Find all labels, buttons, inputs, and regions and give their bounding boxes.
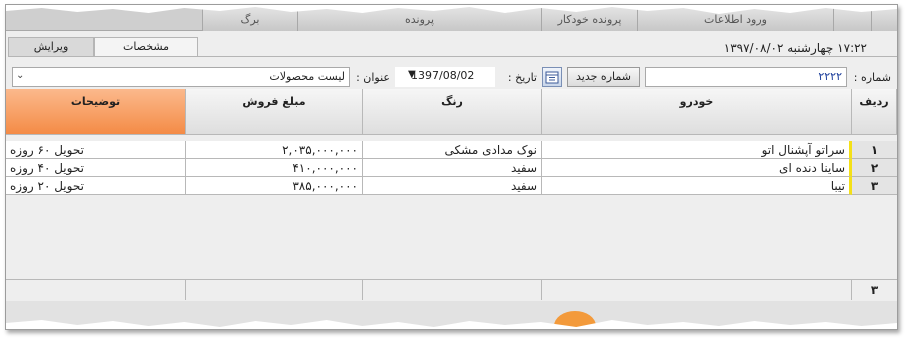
- subtab-bar: ویرایش مشخصات: [8, 37, 198, 57]
- date-time-label: ۱۷:۲۲ چهارشنبه ۱۳۹۷/۰۸/۰۲: [723, 41, 867, 55]
- column-header-color[interactable]: رنگ: [363, 89, 542, 135]
- tab-specs[interactable]: مشخصات: [94, 37, 198, 57]
- description-cell[interactable]: تحویل ۶۰ روزه: [6, 141, 186, 159]
- row-index: ۳: [852, 177, 897, 195]
- number-label: شماره :: [853, 71, 891, 84]
- table-row[interactable]: ۱ سراتو آپشنال اتو نوک مدادی مشکی ۲,۰۳۵,…: [6, 141, 897, 159]
- app-window: ورود اطلاعات پرونده خودکار پرونده برگ وی…: [5, 4, 898, 330]
- row-count: ۳: [870, 283, 879, 297]
- car-cell[interactable]: سراتو آپشنال اتو: [542, 141, 852, 159]
- form-row: شماره : ۲۲۲۲ شماره جدید تاریخ : 1397/08/…: [10, 67, 893, 89]
- chevron-down-icon[interactable]: ▼: [408, 69, 416, 80]
- row-index: ۲: [852, 159, 897, 177]
- price-value: ۳۸۵,۰۰۰,۰۰۰: [292, 179, 358, 193]
- car-cell[interactable]: ساینا دنده ای: [542, 159, 852, 177]
- tab-edit[interactable]: ویرایش: [8, 37, 94, 57]
- car-cell[interactable]: تیبا: [542, 177, 852, 195]
- table-row[interactable]: ۳ تیبا سفید ۳۸۵,۰۰۰,۰۰۰ تحویل ۲۰ روزه: [6, 177, 897, 195]
- price-value: ۴۱۰,۰۰۰,۰۰۰: [292, 161, 358, 175]
- table-row[interactable]: ۲ ساینا دنده ای سفید ۴۱۰,۰۰۰,۰۰۰ تحویل ۴…: [6, 159, 897, 177]
- footer-cell: [186, 280, 363, 300]
- column-header-price[interactable]: مبلغ فروش: [186, 89, 363, 135]
- title-select[interactable]: لیست محصولات: [12, 67, 350, 87]
- price-cell[interactable]: ۳۸۵,۰۰۰,۰۰۰: [186, 177, 363, 195]
- footer-cell: [542, 280, 852, 300]
- color-cell[interactable]: سفید: [363, 159, 542, 177]
- footer-cell: [363, 280, 542, 300]
- description-cell[interactable]: تحویل ۲۰ روزه: [6, 177, 186, 195]
- color-cell[interactable]: سفید: [363, 177, 542, 195]
- column-header-index[interactable]: ردیف: [852, 89, 897, 135]
- column-header-car[interactable]: خودرو: [542, 89, 852, 135]
- grid-footer: ۳: [6, 279, 897, 300]
- date-label: تاریخ :: [507, 71, 537, 84]
- chevron-down-icon[interactable]: ⌄: [16, 70, 24, 81]
- products-grid: ردیف خودرو رنگ مبلغ فروش توضیحات ۱ سراتو…: [6, 89, 897, 300]
- color-cell[interactable]: نوک مدادی مشکی: [363, 141, 542, 159]
- title-label: عنوان :: [356, 71, 390, 84]
- price-cell[interactable]: ۴۱۰,۰۰۰,۰۰۰: [186, 159, 363, 177]
- description-cell[interactable]: تحویل ۴۰ روزه: [6, 159, 186, 177]
- number-input[interactable]: ۲۲۲۲: [645, 67, 847, 87]
- price-value: ۲,۰۳۵,۰۰۰,۰۰۰: [282, 143, 358, 157]
- new-number-button[interactable]: شماره جدید: [567, 67, 640, 87]
- footer-cell: [6, 280, 186, 300]
- calendar-icon[interactable]: [542, 67, 562, 87]
- column-header-description[interactable]: توضیحات: [6, 89, 186, 135]
- price-cell[interactable]: ۲,۰۳۵,۰۰۰,۰۰۰: [186, 141, 363, 159]
- row-index: ۱: [852, 141, 897, 159]
